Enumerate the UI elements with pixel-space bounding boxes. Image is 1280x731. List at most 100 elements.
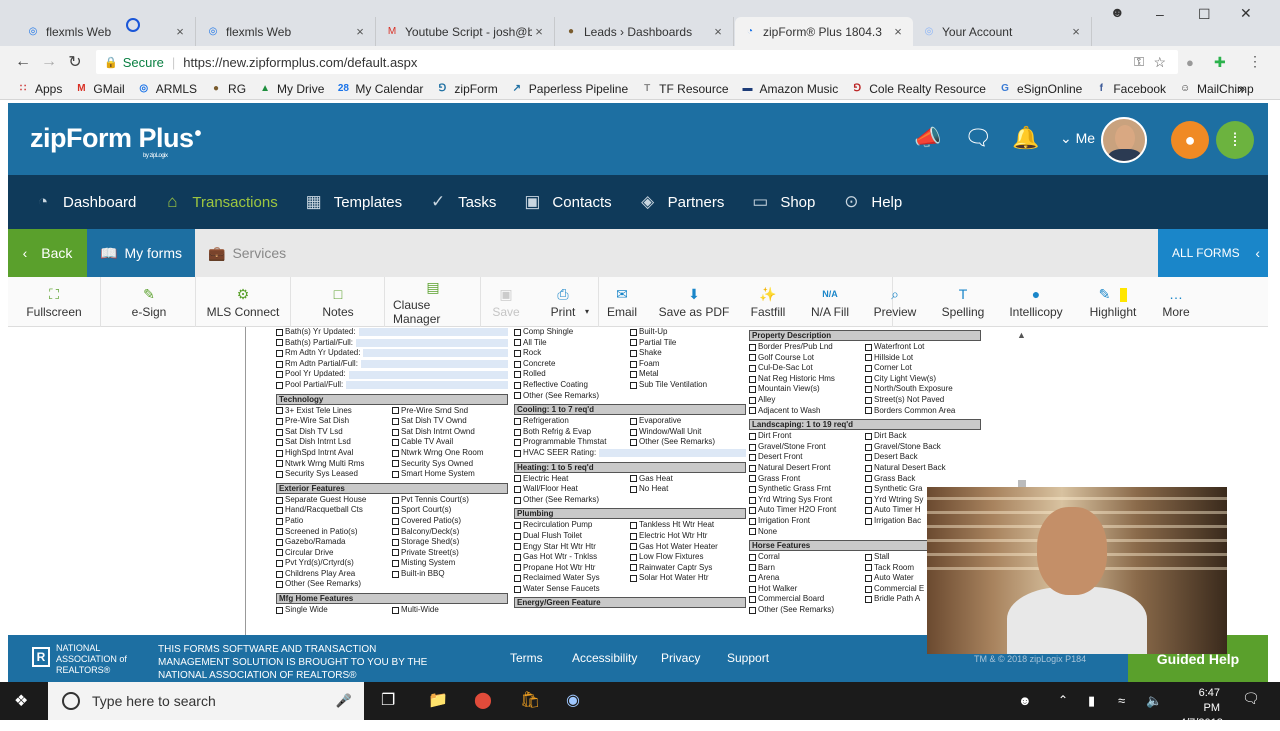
checkbox-field[interactable]: Electric Hot Wtr Htr [630,531,746,542]
url-bar[interactable]: 🔒 Secure | https://new.zipformplus.com/d… [96,50,1178,74]
user-menu[interactable]: ⌄ Me [1060,130,1095,147]
checkbox[interactable] [276,428,283,436]
checkbox-field[interactable]: Other (See Remarks) [514,495,746,506]
checkbox[interactable] [514,339,521,347]
checkbox-field[interactable]: Engy Star Ht Wtr Htr [514,542,630,553]
checkbox-field[interactable]: Built-in BBQ [392,569,508,580]
checkbox[interactable] [630,475,637,483]
my-forms-tab[interactable]: 📖 My forms [87,229,195,277]
close-tab-icon[interactable]: × [1069,24,1083,39]
toolbar-notes[interactable]: □ Notes [298,277,378,327]
bookmark-item[interactable]: GeSignOnline [998,82,1082,96]
checkbox[interactable] [749,485,756,493]
checkbox[interactable] [630,439,637,447]
text-input-line[interactable] [360,360,508,369]
profile-icon[interactable]: ☻ [1110,4,1125,20]
checkbox-field[interactable]: Dirt Front [749,431,865,442]
battery-icon[interactable]: ▮ [1088,693,1095,709]
checkbox-field[interactable]: Corral [749,552,865,563]
checkbox[interactable] [630,360,637,368]
checkbox[interactable] [276,449,283,457]
checkbox-field[interactable]: Reflective Coating [514,380,630,391]
nav-help[interactable]: ⊙ Help [840,191,902,213]
toolbar-fullscreen[interactable]: ⛶ Fullscreen [14,277,94,327]
text-input-line[interactable] [358,328,508,337]
checkbox[interactable] [865,454,872,462]
taskbar-clock[interactable]: 6:47 PM 4/7/2018 [1180,686,1223,731]
bookmark-item[interactable]: ◎ ARMLS [137,82,197,96]
privacy-link[interactable]: Privacy [661,651,700,665]
checkbox-field[interactable]: Covered Patio(s) [392,516,508,527]
back-arrow-icon[interactable]: ← [10,53,36,71]
checkbox-field[interactable]: Security Sys Owned [392,459,508,470]
checkbox[interactable] [630,575,637,583]
checkbox-field[interactable]: North/South Exposure [865,384,981,395]
checkbox-field[interactable]: Nat Reg Historic Hms [749,374,865,385]
checkbox[interactable] [514,585,521,593]
checkbox[interactable] [514,328,521,336]
avatar[interactable] [1101,117,1147,163]
checkbox[interactable] [514,417,521,425]
checkbox[interactable] [276,381,283,389]
checkbox-field[interactable]: Gas Heat [630,474,746,485]
file-explorer-icon[interactable]: 📁 [428,690,448,710]
checkbox[interactable] [514,575,521,583]
checkbox-field[interactable]: Street(s) Not Paved [865,395,981,406]
checkbox[interactable] [392,428,399,436]
windows-start-icon[interactable]: ❖ [14,691,28,711]
checkbox[interactable] [514,532,521,540]
text-input-line[interactable] [363,349,508,358]
checkbox[interactable] [630,522,637,530]
checkbox[interactable] [276,470,283,478]
checkbox-field[interactable]: Childrens Play Area [276,569,392,580]
checkbox-field[interactable]: Metal [630,369,746,380]
checkbox[interactable] [865,517,872,525]
close-tab-icon[interactable]: × [173,24,187,39]
text-input-line[interactable] [348,370,508,379]
checkbox-field[interactable]: Arena [749,573,865,584]
checkbox[interactable] [865,475,872,483]
checkbox[interactable] [865,464,872,472]
checkbox[interactable] [749,375,756,383]
checkbox-field[interactable]: Separate Guest House [276,495,392,506]
checkbox[interactable] [749,464,756,472]
checkbox-field[interactable]: Bath(s) Yr Updated: [276,327,508,338]
checkbox[interactable] [514,360,521,368]
checkbox-field[interactable]: Auto Timer H2O Front [749,505,865,516]
checkbox[interactable] [630,328,637,336]
bookmark-item[interactable]: ↗ Paperless Pipeline [510,82,629,96]
checkbox-field[interactable]: Dirt Back [865,431,981,442]
bookmark-item[interactable]: ⅁ zipForm [435,82,498,96]
checkbox-field[interactable]: Ntwrk Wrng Multi Rms [276,459,392,470]
chat-icon[interactable]: 🗨 [964,125,992,151]
checkbox-field[interactable]: Hand/Racquetball Cts [276,505,392,516]
checkbox[interactable] [630,381,637,389]
megaphone-icon[interactable]: 📣 [914,125,941,151]
checkbox[interactable] [630,532,637,540]
checkbox[interactable] [392,407,399,415]
checkbox-field[interactable]: Recirculation Pump [514,520,630,531]
checkbox-field[interactable]: Reclaimed Water Sys [514,573,630,584]
checkbox-field[interactable]: Gas Hot Wtr - Tnklss [514,552,630,563]
checkbox-field[interactable]: Border Pres/Pub Lnd [749,342,865,353]
checkbox[interactable] [392,460,399,468]
checkbox[interactable] [392,496,399,504]
close-window-icon[interactable]: ✕ [1240,5,1252,22]
checkbox-field[interactable]: Bath(s) Partial/Full: [276,338,508,349]
checkbox-field[interactable]: Rock [514,348,630,359]
checkbox[interactable] [392,560,399,568]
checkbox-field[interactable]: Cul-De-Sac Lot [749,363,865,374]
toolbar-save-as-pdf[interactable]: ⬇ Save as PDF [654,277,734,327]
checkbox-field[interactable]: Partial Tile [630,338,746,349]
checkbox-field[interactable]: Private Street(s) [392,548,508,559]
checkbox[interactable] [276,460,283,468]
checkbox[interactable] [630,428,637,436]
nav-partners[interactable]: ◈ Partners [637,191,724,213]
checkbox-field[interactable]: Low Flow Fixtures [630,552,746,563]
text-input-line[interactable] [599,449,746,458]
checkbox-field[interactable]: Tankless Ht Wtr Heat [630,520,746,531]
checkbox-field[interactable]: Gas Hot Water Heater [630,542,746,553]
checkbox-field[interactable]: Waterfront Lot [865,342,981,353]
checkbox[interactable] [865,432,872,440]
checkbox[interactable] [514,349,521,357]
